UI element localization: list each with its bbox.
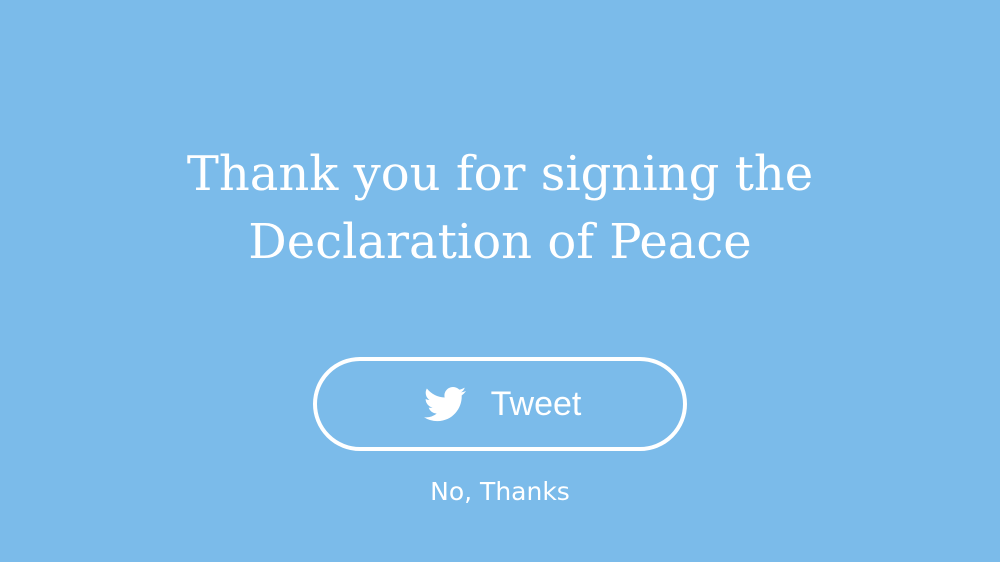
- tweet-label: Tweet: [490, 385, 582, 423]
- twitter-bird-icon: [419, 383, 471, 425]
- tweet-button[interactable]: Tweet: [313, 357, 687, 451]
- heading-line-2: Declaration of Peace: [248, 214, 752, 270]
- heading-line-1: Thank you for signing the: [186, 146, 814, 202]
- thank-you-screen: Thank you for signing the Declaration of…: [0, 0, 1000, 562]
- no-thanks-link[interactable]: No, Thanks: [350, 474, 650, 510]
- thank-you-heading: Thank you for signing the Declaration of…: [100, 140, 900, 276]
